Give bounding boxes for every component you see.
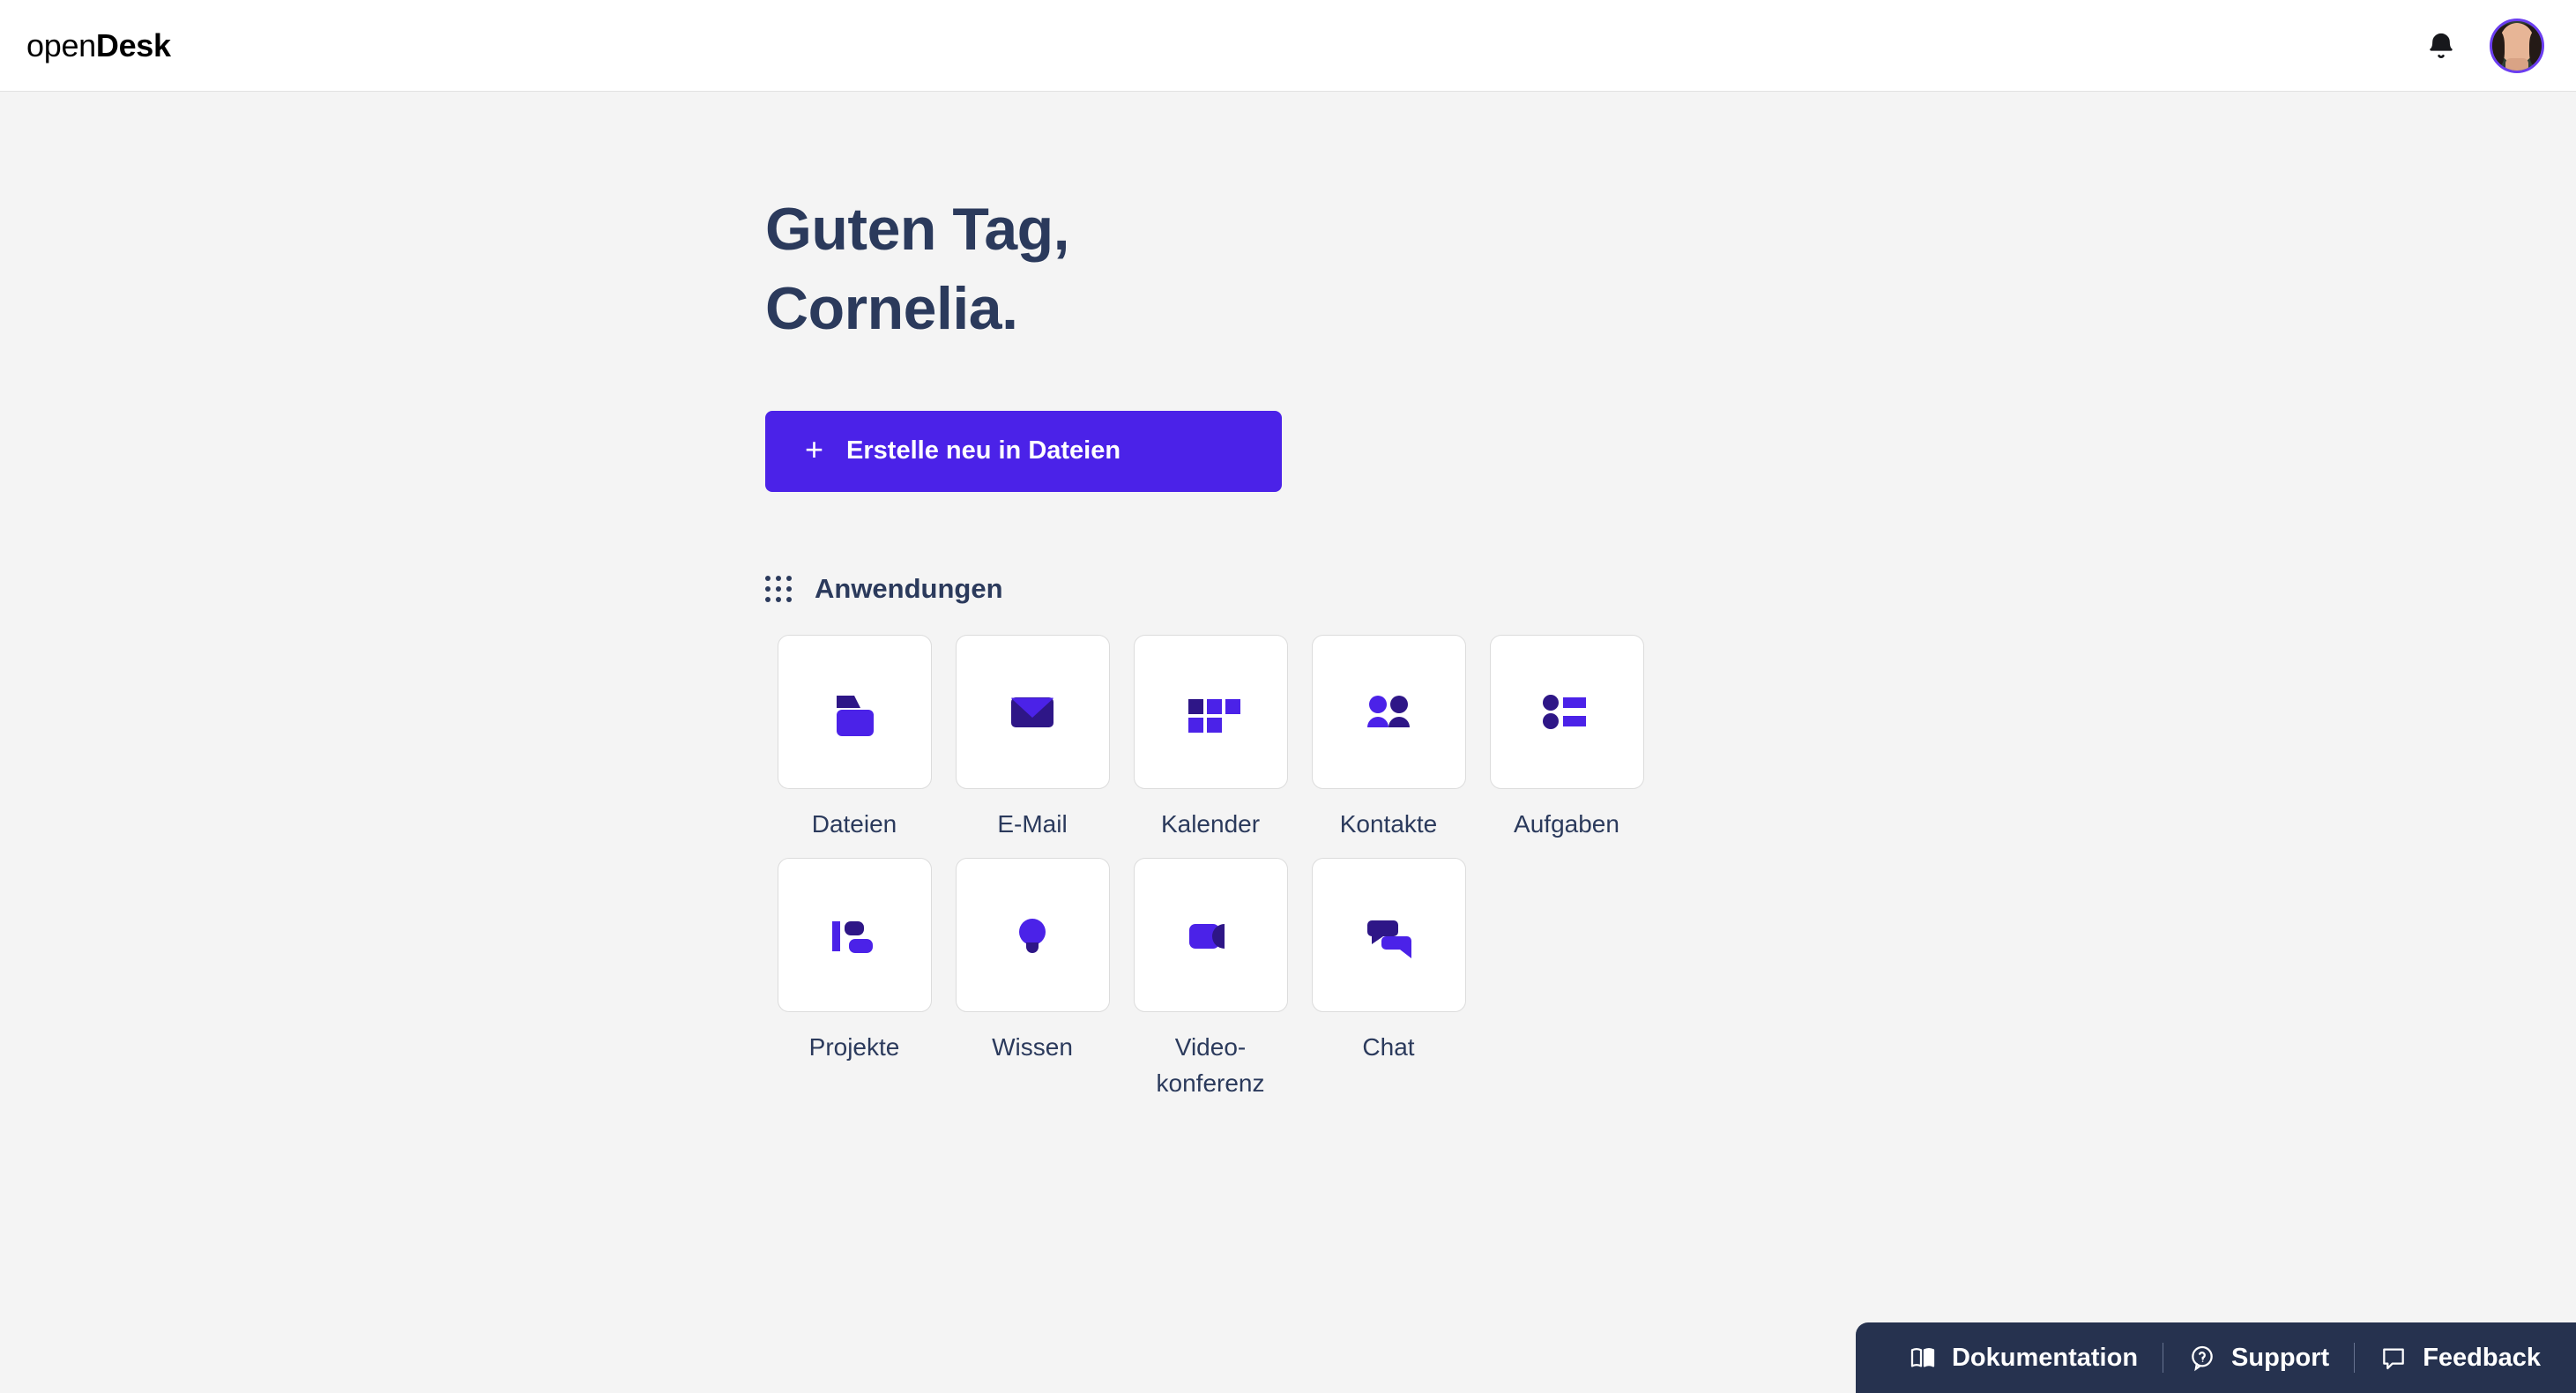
greeting-line-1: Guten Tag,	[765, 196, 1070, 263]
applications-grid: Dateien E-Mail Kalender Kontakte Aufgabe…	[765, 634, 1656, 1118]
book-icon	[1909, 1344, 1937, 1372]
app-card	[1311, 858, 1466, 1013]
app-tile-wissen[interactable]: Wissen	[943, 858, 1121, 1101]
app-tile-email[interactable]: E-Mail	[943, 634, 1121, 843]
main-content: Guten Tag, Cornelia. + Erstelle neu in D…	[0, 92, 2576, 1117]
chat-bubbles-icon	[1350, 897, 1427, 974]
header-actions	[2426, 18, 2544, 73]
logo-open-text: open	[26, 26, 96, 63]
avatar-hair-right	[2529, 31, 2541, 65]
opendesk-logo[interactable]: open Desk	[26, 27, 171, 64]
app-card	[955, 634, 1110, 789]
page-title: Guten Tag, Cornelia.	[765, 92, 2576, 349]
app-label: Chat	[1362, 1033, 1415, 1062]
bell-icon[interactable]	[2426, 31, 2456, 61]
app-tile-aufgaben[interactable]: Aufgaben	[1478, 634, 1656, 843]
app-label: Video-konferenz	[1156, 1033, 1265, 1097]
footer-divider-2	[2354, 1343, 2356, 1373]
app-card	[955, 858, 1110, 1013]
app-label: Projekte	[808, 1033, 900, 1062]
app-card	[1133, 858, 1288, 1013]
avatar-hair-left	[2493, 31, 2505, 65]
plus-icon: +	[805, 430, 824, 467]
people-icon	[1350, 673, 1427, 750]
app-label: E-Mail	[997, 809, 1068, 838]
folder-icon	[815, 673, 893, 750]
help-footer-bar: Dokumentation Support Feedback	[1855, 1322, 2576, 1393]
app-card	[1133, 634, 1288, 789]
app-label: Kalender	[1160, 809, 1261, 838]
avatar[interactable]	[2490, 18, 2544, 73]
app-tile-projekte[interactable]: Projekte	[765, 858, 943, 1101]
app-label: Wissen	[992, 1033, 1073, 1062]
app-label: Aufgaben	[1514, 809, 1619, 838]
create-button-label: Erstelle neu in Dateien	[846, 436, 1121, 465]
calendar-tiles-icon	[1172, 673, 1249, 750]
footer-link-label: Feedback	[2423, 1343, 2541, 1372]
footer-link-label: Dokumentation	[1951, 1343, 2139, 1372]
app-card	[777, 634, 932, 789]
avatar-neck	[2505, 57, 2528, 71]
applications-section-title: Anwendungen	[815, 572, 1003, 604]
app-card	[1489, 634, 1644, 789]
app-tile-chat[interactable]: Chat	[1299, 858, 1478, 1101]
grid-dots-icon	[765, 575, 792, 602]
lightbulb-icon	[994, 897, 1071, 974]
app-label: Dateien	[811, 809, 897, 838]
footer-link-dokumentation[interactable]: Dokumentation	[1909, 1344, 2138, 1373]
applications-section-header: Anwendungen	[765, 573, 2576, 605]
create-new-in-files-button[interactable]: + Erstelle neu in Dateien	[765, 410, 1282, 492]
app-tile-kalender[interactable]: Kalender	[1121, 634, 1299, 843]
app-tile-dateien[interactable]: Dateien	[765, 634, 943, 843]
video-camera-icon	[1172, 897, 1249, 974]
app-label: Kontakte	[1339, 809, 1438, 838]
feedback-bubble-icon	[2379, 1344, 2408, 1372]
app-card	[777, 858, 932, 1013]
task-list-icon	[1528, 673, 1605, 750]
app-tile-kontakte[interactable]: Kontakte	[1299, 634, 1478, 843]
footer-link-support[interactable]: Support	[2188, 1344, 2329, 1373]
help-bubble-icon	[2188, 1344, 2216, 1372]
app-tile-videokonferenz[interactable]: Video-konferenz	[1121, 858, 1299, 1101]
envelope-icon	[994, 673, 1071, 750]
footer-link-feedback[interactable]: Feedback	[2379, 1344, 2541, 1373]
app-header: open Desk	[0, 0, 2576, 92]
app-card	[1311, 634, 1466, 789]
logo-desk-text: Desk	[95, 26, 171, 63]
greeting-line-2: Cornelia.	[765, 274, 1018, 342]
gantt-icon	[815, 897, 893, 974]
footer-link-label: Support	[2231, 1343, 2330, 1372]
